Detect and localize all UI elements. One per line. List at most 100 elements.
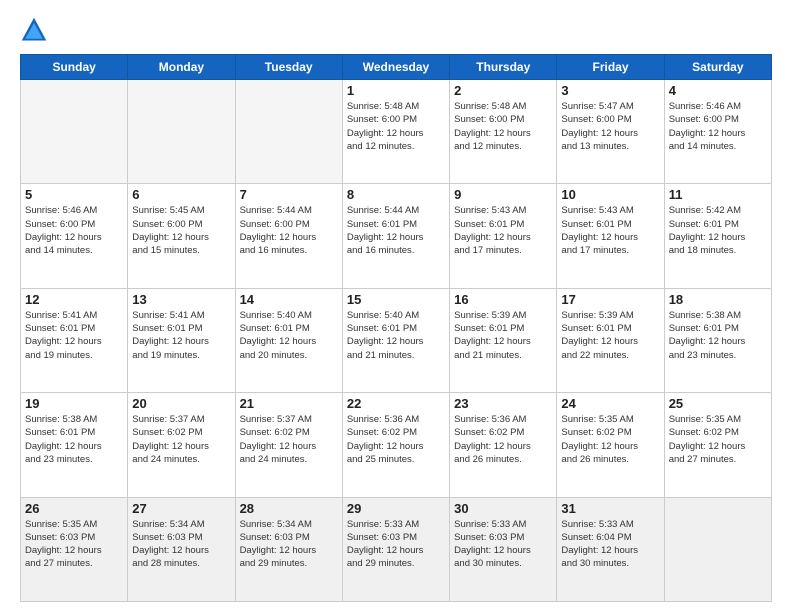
day-detail: Sunrise: 5:34 AM Sunset: 6:03 PM Dayligh… — [132, 518, 230, 571]
logo — [20, 16, 52, 44]
day-detail: Sunrise: 5:36 AM Sunset: 6:02 PM Dayligh… — [454, 413, 552, 466]
day-detail: Sunrise: 5:47 AM Sunset: 6:00 PM Dayligh… — [561, 100, 659, 153]
week-row-5: 26Sunrise: 5:35 AM Sunset: 6:03 PM Dayli… — [21, 497, 772, 601]
weekday-header-friday: Friday — [557, 55, 664, 80]
day-number: 18 — [669, 292, 767, 307]
day-number: 29 — [347, 501, 445, 516]
day-number: 21 — [240, 396, 338, 411]
calendar-cell: 12 Sunrise: 5:41 AM Sunset: 6:01 PM Dayli… — [21, 288, 128, 392]
day-detail: Sunrise: 5:35 AM Sunset: 6:02 PM Dayligh… — [561, 413, 659, 466]
calendar-cell: 17Sunrise: 5:39 AM Sunset: 6:01 PM Dayli… — [557, 288, 664, 392]
day-number: 24 — [561, 396, 659, 411]
calendar-cell: 4Sunrise: 5:46 AM Sunset: 6:00 PM Daylig… — [664, 80, 771, 184]
calendar-cell — [235, 80, 342, 184]
calendar-cell: 13 Sunrise: 5:41 AM Sunset: 6:01 PM Dayli… — [128, 288, 235, 392]
weekday-header-wednesday: Wednesday — [342, 55, 449, 80]
day-detail: Sunrise: 5:44 AM Sunset: 6:01 PM Dayligh… — [347, 204, 445, 257]
day-number: 12 — [25, 292, 123, 307]
day-number: 14 — [240, 292, 338, 307]
day-number: 1 — [347, 83, 445, 98]
day-number: 7 — [240, 187, 338, 202]
day-detail: Sunrise: 5:48 AM Sunset: 6:00 PM Dayligh… — [347, 100, 445, 153]
day-number: 27 — [132, 501, 230, 516]
logo-icon — [20, 16, 48, 44]
calendar-table: SundayMondayTuesdayWednesdayThursdayFrid… — [20, 54, 772, 602]
day-number: 16 — [454, 292, 552, 307]
calendar-cell — [128, 80, 235, 184]
calendar-cell: 31Sunrise: 5:33 AM Sunset: 6:04 PM Dayli… — [557, 497, 664, 601]
day-number: 20 — [132, 396, 230, 411]
day-detail: Sunrise: 5:38 AM Sunset: 6:01 PM Dayligh… — [669, 309, 767, 362]
weekday-header-saturday: Saturday — [664, 55, 771, 80]
calendar-cell: 16 Sunrise: 5:39 AM Sunset: 6:01 PM Dayli… — [450, 288, 557, 392]
day-detail: Sunrise: 5:38 AM Sunset: 6:01 PM Dayligh… — [25, 413, 123, 466]
week-row-3: 12 Sunrise: 5:41 AM Sunset: 6:01 PM Dayli… — [21, 288, 772, 392]
day-detail: Sunrise: 5:34 AM Sunset: 6:03 PM Dayligh… — [240, 518, 338, 571]
day-number: 3 — [561, 83, 659, 98]
calendar-cell: 30Sunrise: 5:33 AM Sunset: 6:03 PM Dayli… — [450, 497, 557, 601]
calendar-cell: 19 Sunrise: 5:38 AM Sunset: 6:01 PM Dayli… — [21, 393, 128, 497]
calendar-cell: 5Sunrise: 5:46 AM Sunset: 6:00 PM Daylig… — [21, 184, 128, 288]
day-number: 11 — [669, 187, 767, 202]
day-detail: Sunrise: 5:40 AM Sunset: 6:01 PM Dayligh… — [240, 309, 338, 362]
day-detail: Sunrise: 5:45 AM Sunset: 6:00 PM Dayligh… — [132, 204, 230, 257]
calendar-cell: 29 Sunrise: 5:33 AM Sunset: 6:03 PM Dayli… — [342, 497, 449, 601]
day-detail: Sunrise: 5:42 AM Sunset: 6:01 PM Dayligh… — [669, 204, 767, 257]
calendar-cell: 3 Sunrise: 5:47 AM Sunset: 6:00 PM Daylig… — [557, 80, 664, 184]
calendar-cell: 20Sunrise: 5:37 AM Sunset: 6:02 PM Dayli… — [128, 393, 235, 497]
day-detail: Sunrise: 5:41 AM Sunset: 6:01 PM Dayligh… — [132, 309, 230, 362]
day-number: 30 — [454, 501, 552, 516]
day-detail: Sunrise: 5:40 AM Sunset: 6:01 PM Dayligh… — [347, 309, 445, 362]
calendar-cell: 10 Sunrise: 5:43 AM Sunset: 6:01 PM Dayli… — [557, 184, 664, 288]
calendar-cell: 26Sunrise: 5:35 AM Sunset: 6:03 PM Dayli… — [21, 497, 128, 601]
day-number: 15 — [347, 292, 445, 307]
day-number: 2 — [454, 83, 552, 98]
day-number: 8 — [347, 187, 445, 202]
day-number: 25 — [669, 396, 767, 411]
calendar-cell: 11 Sunrise: 5:42 AM Sunset: 6:01 PM Dayli… — [664, 184, 771, 288]
calendar-cell: 1 Sunrise: 5:48 AM Sunset: 6:00 PM Daylig… — [342, 80, 449, 184]
calendar-cell: 28 Sunrise: 5:34 AM Sunset: 6:03 PM Dayli… — [235, 497, 342, 601]
weekday-header-thursday: Thursday — [450, 55, 557, 80]
weekday-header-monday: Monday — [128, 55, 235, 80]
day-number: 13 — [132, 292, 230, 307]
calendar-cell: 24 Sunrise: 5:35 AM Sunset: 6:02 PM Dayli… — [557, 393, 664, 497]
page: SundayMondayTuesdayWednesdayThursdayFrid… — [0, 0, 792, 612]
calendar-cell: 2 Sunrise: 5:48 AM Sunset: 6:00 PM Daylig… — [450, 80, 557, 184]
calendar-cell: 7 Sunrise: 5:44 AM Sunset: 6:00 PM Daylig… — [235, 184, 342, 288]
calendar-cell: 23 Sunrise: 5:36 AM Sunset: 6:02 PM Dayli… — [450, 393, 557, 497]
day-number: 22 — [347, 396, 445, 411]
calendar-cell: 18 Sunrise: 5:38 AM Sunset: 6:01 PM Dayli… — [664, 288, 771, 392]
calendar-cell — [21, 80, 128, 184]
day-detail: Sunrise: 5:46 AM Sunset: 6:00 PM Dayligh… — [669, 100, 767, 153]
calendar-cell: 9 Sunrise: 5:43 AM Sunset: 6:01 PM Daylig… — [450, 184, 557, 288]
day-number: 31 — [561, 501, 659, 516]
day-number: 10 — [561, 187, 659, 202]
day-detail: Sunrise: 5:44 AM Sunset: 6:00 PM Dayligh… — [240, 204, 338, 257]
weekday-header-tuesday: Tuesday — [235, 55, 342, 80]
day-detail: Sunrise: 5:36 AM Sunset: 6:02 PM Dayligh… — [347, 413, 445, 466]
day-detail: Sunrise: 5:46 AM Sunset: 6:00 PM Dayligh… — [25, 204, 123, 257]
calendar-cell — [664, 497, 771, 601]
day-detail: Sunrise: 5:41 AM Sunset: 6:01 PM Dayligh… — [25, 309, 123, 362]
calendar-cell: 14 Sunrise: 5:40 AM Sunset: 6:01 PM Dayli… — [235, 288, 342, 392]
day-detail: Sunrise: 5:48 AM Sunset: 6:00 PM Dayligh… — [454, 100, 552, 153]
day-number: 6 — [132, 187, 230, 202]
day-number: 9 — [454, 187, 552, 202]
day-number: 28 — [240, 501, 338, 516]
day-number: 19 — [25, 396, 123, 411]
day-detail: Sunrise: 5:33 AM Sunset: 6:03 PM Dayligh… — [347, 518, 445, 571]
day-detail: Sunrise: 5:35 AM Sunset: 6:02 PM Dayligh… — [669, 413, 767, 466]
day-detail: Sunrise: 5:37 AM Sunset: 6:02 PM Dayligh… — [240, 413, 338, 466]
calendar-cell: 21 Sunrise: 5:37 AM Sunset: 6:02 PM Dayli… — [235, 393, 342, 497]
weekday-header-sunday: Sunday — [21, 55, 128, 80]
week-row-1: 1 Sunrise: 5:48 AM Sunset: 6:00 PM Daylig… — [21, 80, 772, 184]
day-number: 23 — [454, 396, 552, 411]
week-row-4: 19 Sunrise: 5:38 AM Sunset: 6:01 PM Dayli… — [21, 393, 772, 497]
day-detail: Sunrise: 5:39 AM Sunset: 6:01 PM Dayligh… — [454, 309, 552, 362]
weekday-header-row: SundayMondayTuesdayWednesdayThursdayFrid… — [21, 55, 772, 80]
calendar-cell: 6 Sunrise: 5:45 AM Sunset: 6:00 PM Daylig… — [128, 184, 235, 288]
day-detail: Sunrise: 5:43 AM Sunset: 6:01 PM Dayligh… — [454, 204, 552, 257]
calendar-cell: 25 Sunrise: 5:35 AM Sunset: 6:02 PM Dayli… — [664, 393, 771, 497]
day-detail: Sunrise: 5:43 AM Sunset: 6:01 PM Dayligh… — [561, 204, 659, 257]
